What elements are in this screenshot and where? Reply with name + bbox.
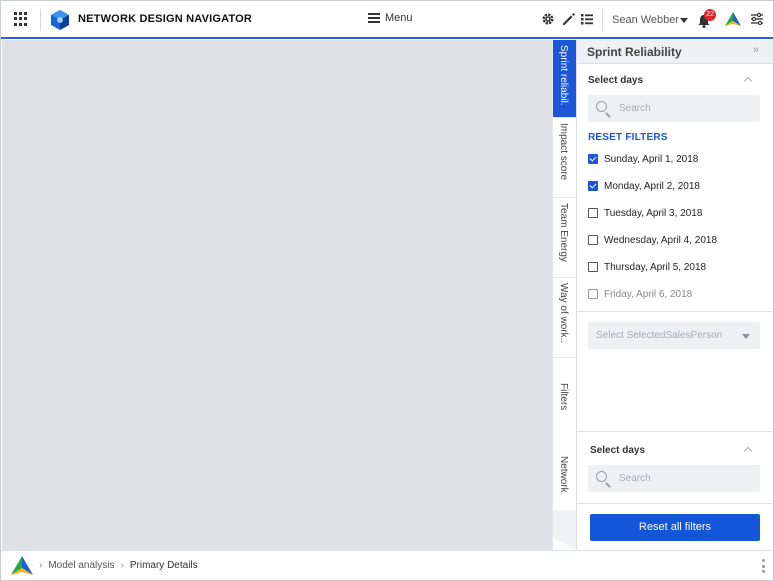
day-option[interactable]: Wednesday, April 4, 2018: [588, 232, 717, 248]
section-title: Select days: [590, 445, 646, 456]
panel-header: Sprint Reliability »: [577, 40, 773, 64]
checkbox[interactable]: [588, 208, 598, 218]
search-placeholder: Search: [619, 473, 651, 484]
chevron-down-icon: [742, 334, 750, 339]
pencil-icon[interactable]: [560, 11, 576, 27]
user-name[interactable]: Sean Webber: [612, 14, 679, 26]
brand-logo-icon[interactable]: [724, 11, 742, 27]
app-logo-icon: [51, 10, 69, 30]
reset-all-filters-button[interactable]: Reset all filters: [590, 514, 760, 541]
tab-label: Network: [558, 456, 569, 493]
brand-logo-icon[interactable]: [10, 555, 34, 577]
tab-team-energy[interactable]: Team Energy: [553, 198, 577, 278]
day-label: Thursday, April 5, 2018: [604, 261, 707, 273]
hamburger-icon: [368, 13, 380, 23]
checkbox[interactable]: [588, 181, 598, 191]
day-option[interactable]: Sunday, April 1, 2018: [588, 151, 698, 167]
tab-label: Way of work..: [558, 283, 569, 344]
checkbox[interactable]: [588, 262, 598, 272]
day-label: Wednesday, April 4, 2018: [604, 234, 718, 246]
search-placeholder: Search: [619, 103, 651, 114]
day-option[interactable]: Thursday, April 5, 2018: [588, 259, 706, 275]
tab-way-of-work[interactable]: Way of work..: [553, 278, 577, 358]
main-canvas[interactable]: [2, 40, 552, 550]
menu-label: Menu: [385, 12, 413, 24]
list-icon[interactable]: [579, 11, 595, 27]
tab-label: Filters: [558, 383, 569, 411]
search-icon: [596, 471, 607, 482]
day-option[interactable]: Monday, April 2, 2018: [588, 178, 700, 194]
tab-filters[interactable]: Filters: [553, 358, 577, 436]
notification-badge: 22: [704, 9, 716, 21]
sliders-icon[interactable]: [749, 11, 765, 27]
salesperson-select[interactable]: Select SelectedSalesPerson: [588, 322, 760, 349]
panel-title: Sprint Reliability: [587, 45, 682, 59]
tab-bar-tail: [553, 510, 577, 550]
divider: [40, 9, 41, 31]
divider: [577, 431, 773, 432]
section-title: Select days: [588, 75, 644, 86]
tab-impact-score[interactable]: Impact score: [553, 118, 577, 198]
day-option[interactable]: Friday, April 6, 2018: [588, 286, 692, 302]
breadcrumb-item[interactable]: Model analysis: [48, 560, 114, 571]
gear-icon[interactable]: [540, 11, 556, 27]
search-input[interactable]: Search: [588, 95, 760, 122]
breadcrumb-current: Primary Details: [129, 560, 198, 571]
breadcrumb: › Model analysis › Primary Details: [39, 560, 198, 571]
day-label: Tuesday, April 3, 2018: [604, 207, 703, 219]
tab-label: Sprint reliabil.: [558, 45, 569, 106]
bottom-bar: › Model analysis › Primary Details: [1, 550, 773, 580]
filter-panel: Sprint Reliability » Select days Search …: [576, 40, 773, 550]
tab-label: Impact score: [558, 123, 569, 181]
tab-sprint-reliability[interactable]: Sprint reliabil.: [553, 40, 577, 118]
divider: [577, 503, 773, 504]
divider: [577, 311, 773, 312]
chevron-down-icon[interactable]: [680, 18, 688, 23]
checkbox[interactable]: [588, 289, 598, 299]
vertical-tab-bar: Sprint reliabil. Impact score Team Energ…: [552, 40, 577, 550]
day-option[interactable]: Tuesday, April 3, 2018: [588, 205, 702, 221]
search-icon: [596, 101, 607, 112]
tab-label: Team Energy: [558, 203, 569, 262]
chevron-up-icon[interactable]: [743, 76, 753, 86]
apps-grid-icon[interactable]: [14, 12, 28, 26]
day-label: Friday, April 6, 2018: [604, 288, 693, 300]
search-input[interactable]: Search: [588, 465, 760, 492]
chevron-up-icon[interactable]: [743, 446, 753, 456]
select-placeholder: Select SelectedSalesPerson: [596, 330, 723, 341]
more-options-icon[interactable]: [762, 559, 765, 573]
top-bar: NETWORK DESIGN NAVIGATOR Menu Sean Webbe…: [1, 1, 773, 39]
menu-button[interactable]: Menu: [368, 12, 413, 24]
day-label: Sunday, April 1, 2018: [604, 153, 699, 165]
tab-network[interactable]: Network: [553, 436, 577, 510]
breadcrumb-separator: ›: [39, 560, 43, 571]
divider: [602, 9, 603, 31]
day-label: Monday, April 2, 2018: [604, 180, 700, 192]
checkbox[interactable]: [588, 235, 598, 245]
checkbox[interactable]: [588, 154, 598, 164]
app-title: NETWORK DESIGN NAVIGATOR: [78, 13, 253, 25]
reset-filters-link[interactable]: RESET FILTERS: [588, 132, 668, 143]
collapse-panel-icon[interactable]: »: [753, 44, 759, 56]
breadcrumb-separator: ›: [120, 560, 124, 571]
